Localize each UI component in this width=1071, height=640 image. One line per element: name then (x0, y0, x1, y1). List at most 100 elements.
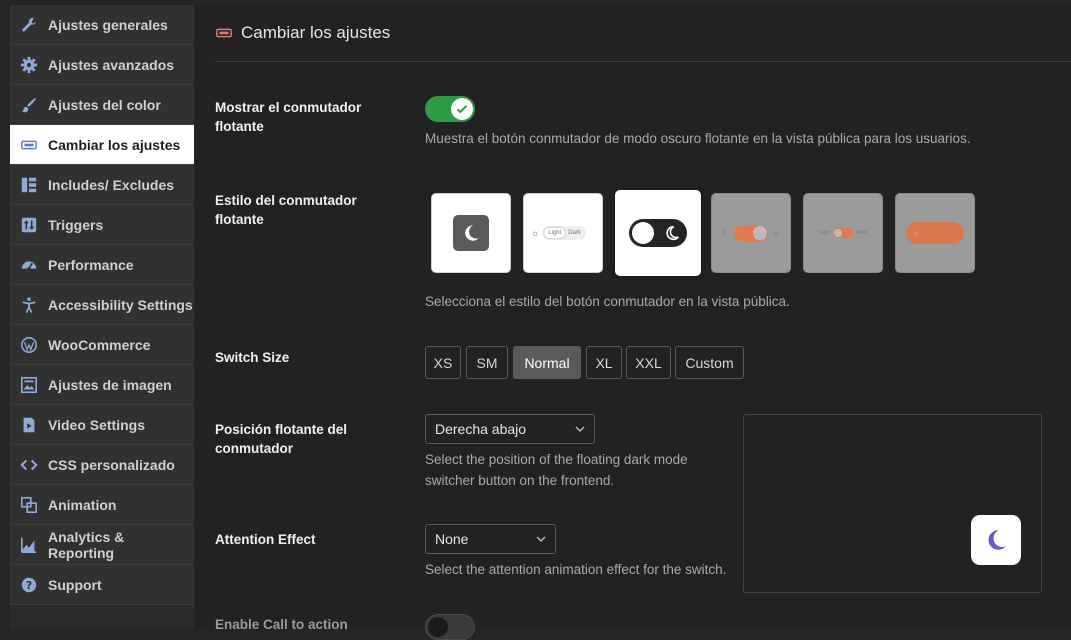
position-select[interactable]: Derecha abajo (425, 414, 595, 444)
sidebar-item-animation[interactable]: Animation (10, 485, 194, 525)
sidebar-item-label: Includes/ Excludes (48, 176, 175, 193)
switch-style-label: Estilo del conmutador flotante (215, 193, 357, 227)
size-xs-button[interactable]: XS (425, 346, 461, 379)
dark-text: Dark (856, 230, 867, 236)
light-text: Light (544, 228, 566, 238)
sidebar-item-label: Analytics & Reporting (48, 528, 125, 561)
sidebar-item-analytics-reporting[interactable]: Analytics & Reporting (10, 525, 194, 565)
style-option-4[interactable]: ☾ ☼ (711, 193, 791, 273)
sidebar-item-ajustes-generales[interactable]: Ajustes generales (10, 5, 194, 45)
sidebar-item-includes-excludes[interactable]: Includes/ Excludes (10, 165, 194, 205)
cta-toggle[interactable] (425, 614, 475, 640)
switch-style-description: Selecciona el estilo del botón conmutado… (425, 294, 790, 309)
switch-icon (20, 136, 38, 154)
svg-text:?: ? (26, 579, 32, 592)
attention-description: Select the attention animation effect fo… (425, 562, 727, 577)
gauge-icon (20, 256, 38, 274)
wrench-icon (20, 16, 38, 34)
sidebar-item-label: WooCommerce (48, 336, 151, 353)
size-sm-button[interactable]: SM (466, 346, 508, 379)
chevron-down-icon (575, 426, 585, 432)
sidebar-item-triggers[interactable]: Triggers (10, 205, 194, 245)
triggers-icon (20, 216, 38, 234)
size-xxl-button[interactable]: XXL (626, 346, 671, 379)
sidebar-item-label: Support (48, 576, 102, 593)
grid-icon (20, 176, 38, 194)
attention-select[interactable]: None (425, 524, 556, 554)
orange-pill-preview: ☼ (906, 222, 964, 244)
position-preview (743, 414, 1042, 593)
style-option-3[interactable] (615, 190, 701, 276)
main-panel: Cambiar los ajustes Mostrar el conmutado… (195, 5, 1071, 640)
sidebar-item-label: Performance (48, 256, 134, 273)
floating-switch-description: Muestra el botón conmutador de modo oscu… (425, 131, 971, 146)
sidebar-item-ajustes-avanzados[interactable]: Ajustes avanzados (10, 45, 194, 85)
page-title: Cambiar los ajustes (241, 23, 391, 42)
style-option-1[interactable] (431, 193, 511, 273)
light-dark-pill: ☼ Light Dark (531, 226, 595, 240)
sidebar-item-performance[interactable]: Performance (10, 245, 194, 285)
sidebar-item-label: Animation (48, 496, 117, 513)
size-normal-button[interactable]: Normal (513, 346, 581, 379)
sidebar-item-label: Video Settings (48, 416, 145, 433)
dark-text: Dark (568, 230, 581, 236)
style-option-5[interactable]: Light Dark (803, 193, 883, 273)
sidebar-item-label: Ajustes avanzados (48, 56, 175, 73)
page-header: Cambiar los ajustes (215, 5, 1071, 62)
size-custom-button[interactable]: Custom (675, 346, 744, 379)
switch-size-label: Switch Size (215, 350, 290, 365)
sidebar-item-label: Ajustes generales (48, 16, 168, 33)
style-option-6[interactable]: ☼ (895, 193, 975, 273)
code-icon (20, 456, 38, 474)
cta-label: Enable Call to action (215, 617, 348, 632)
sun-moon-toggle-preview: ☾ ☼ (722, 225, 780, 241)
preview-switch-button (971, 515, 1021, 565)
sidebar-item-support[interactable]: ? Support (10, 565, 194, 605)
sidebar-item-label: Triggers (48, 216, 104, 233)
sidebar-item-label: Ajustes de imagen (48, 376, 172, 393)
toggle-knob (428, 617, 448, 637)
sidebar-item-cambiar-los-ajustes[interactable]: Cambiar los ajustes (10, 125, 194, 165)
attention-select-value: None (435, 531, 469, 547)
style-option-2[interactable]: ☼ Light Dark (523, 193, 603, 273)
video-icon (20, 416, 38, 434)
sidebar-item-label: CSS personalizado (48, 456, 175, 473)
animation-icon (20, 496, 38, 514)
size-xl-button[interactable]: XL (586, 346, 622, 379)
moon-icon (453, 215, 489, 251)
sidebar: Ajustes generales Ajustes avanzados Ajus… (10, 5, 194, 629)
floating-switch-toggle[interactable] (425, 96, 475, 122)
light-text: Light (819, 230, 831, 236)
moon-icon (666, 225, 679, 241)
switch-icon (215, 24, 233, 42)
sidebar-item-ajustes-de-imagen[interactable]: Ajustes de imagen (10, 365, 194, 405)
sidebar-item-video-settings[interactable]: Video Settings (10, 405, 194, 445)
image-icon (20, 376, 38, 394)
mini-toggle-preview: Light Dark (819, 228, 867, 238)
chevron-down-icon (536, 536, 546, 542)
position-label: Posición flotante del conmutador (215, 422, 348, 456)
sidebar-item-label: Cambiar los ajustes (48, 136, 181, 153)
sidebar-item-woocommerce[interactable]: WooCommerce (10, 325, 194, 365)
moon-toggle-preview (629, 219, 687, 247)
sun-icon: ☼ (912, 228, 921, 238)
gear-icon (20, 56, 38, 74)
floating-switch-label: Mostrar el conmutador flotante (215, 100, 362, 134)
position-select-value: Derecha abajo (435, 421, 527, 437)
moon-icon: ☾ (721, 227, 730, 238)
sun-icon: ☼ (531, 228, 540, 238)
check-icon (456, 105, 468, 114)
sidebar-item-ajustes-del-color[interactable]: Ajustes del color (10, 85, 194, 125)
sidebar-item-css-personalizado[interactable]: CSS personalizado (10, 445, 194, 485)
attention-label: Attention Effect (215, 532, 316, 547)
sidebar-item-accessibility-settings[interactable]: Accessibility Settings (10, 285, 194, 325)
sidebar-item-label: Accessibility Settings (48, 296, 193, 313)
sun-icon: ☼ (771, 228, 781, 238)
wordpress-icon (20, 336, 38, 354)
paintbrush-icon (20, 96, 38, 114)
sidebar-item-label: Ajustes del color (48, 96, 161, 113)
position-description: Select the position of the floating dark… (425, 452, 688, 488)
moon-icon (988, 530, 1006, 550)
accessibility-icon (20, 296, 38, 314)
toggle-knob (451, 98, 473, 120)
